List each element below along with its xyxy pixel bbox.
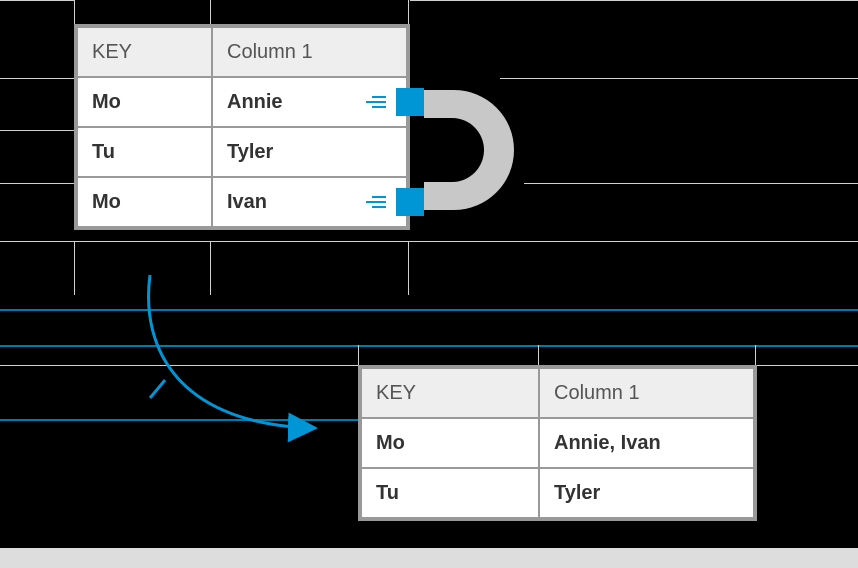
cell-value: Ivan: [212, 177, 407, 227]
cell-text: Annie: [227, 91, 283, 113]
grid-line: [755, 345, 756, 365]
grid-line: [358, 345, 359, 365]
grid-line: [524, 183, 858, 184]
cell-text: Tyler: [227, 141, 273, 163]
grid-line: [210, 0, 211, 24]
u-connector-icon: [412, 90, 522, 222]
cell-key: Tu: [361, 468, 539, 518]
table-row: Mo Ivan: [77, 177, 407, 227]
cell-key: Mo: [77, 177, 212, 227]
cell-key: Tu: [77, 127, 212, 177]
grid-line: [408, 0, 409, 24]
cell-value: Tyler: [212, 127, 407, 177]
grid-line: [0, 0, 74, 1]
header-col1: Column 1: [539, 368, 754, 418]
grid-line: [500, 78, 858, 79]
cell-key: Mo: [361, 418, 539, 468]
table-row: Mo Annie: [77, 77, 407, 127]
footer-bar: [0, 548, 858, 568]
grid-line: [538, 345, 539, 365]
header-col1: Column 1: [212, 27, 407, 77]
flow-arrow-icon: [120, 270, 340, 460]
table-row: Mo Annie, Ivan: [361, 418, 754, 468]
source-table: KEY Column 1 Mo Annie Tu Tyler Mo Ivan: [74, 24, 410, 230]
join-lines-icon: [366, 96, 386, 108]
grid-line: [0, 241, 858, 242]
header-key: KEY: [361, 368, 539, 418]
cell-value: Tyler: [539, 468, 754, 518]
grid-line: [408, 241, 409, 295]
grid-line: [0, 130, 74, 131]
cell-value: Annie, Ivan: [539, 418, 754, 468]
grid-line: [410, 0, 858, 1]
table-row: Tu Tyler: [361, 468, 754, 518]
grid-line: [74, 0, 75, 24]
cell-text: Ivan: [227, 191, 267, 213]
result-table: KEY Column 1 Mo Annie, Ivan Tu Tyler: [358, 365, 757, 521]
header-key: KEY: [77, 27, 212, 77]
grid-line: [755, 365, 858, 366]
grid-line: [0, 183, 74, 184]
grid-line: [74, 241, 75, 295]
table-row: Tu Tyler: [77, 127, 407, 177]
cell-value: Annie: [212, 77, 407, 127]
grid-line: [0, 78, 74, 79]
cell-key: Mo: [77, 77, 212, 127]
join-lines-icon: [366, 196, 386, 208]
